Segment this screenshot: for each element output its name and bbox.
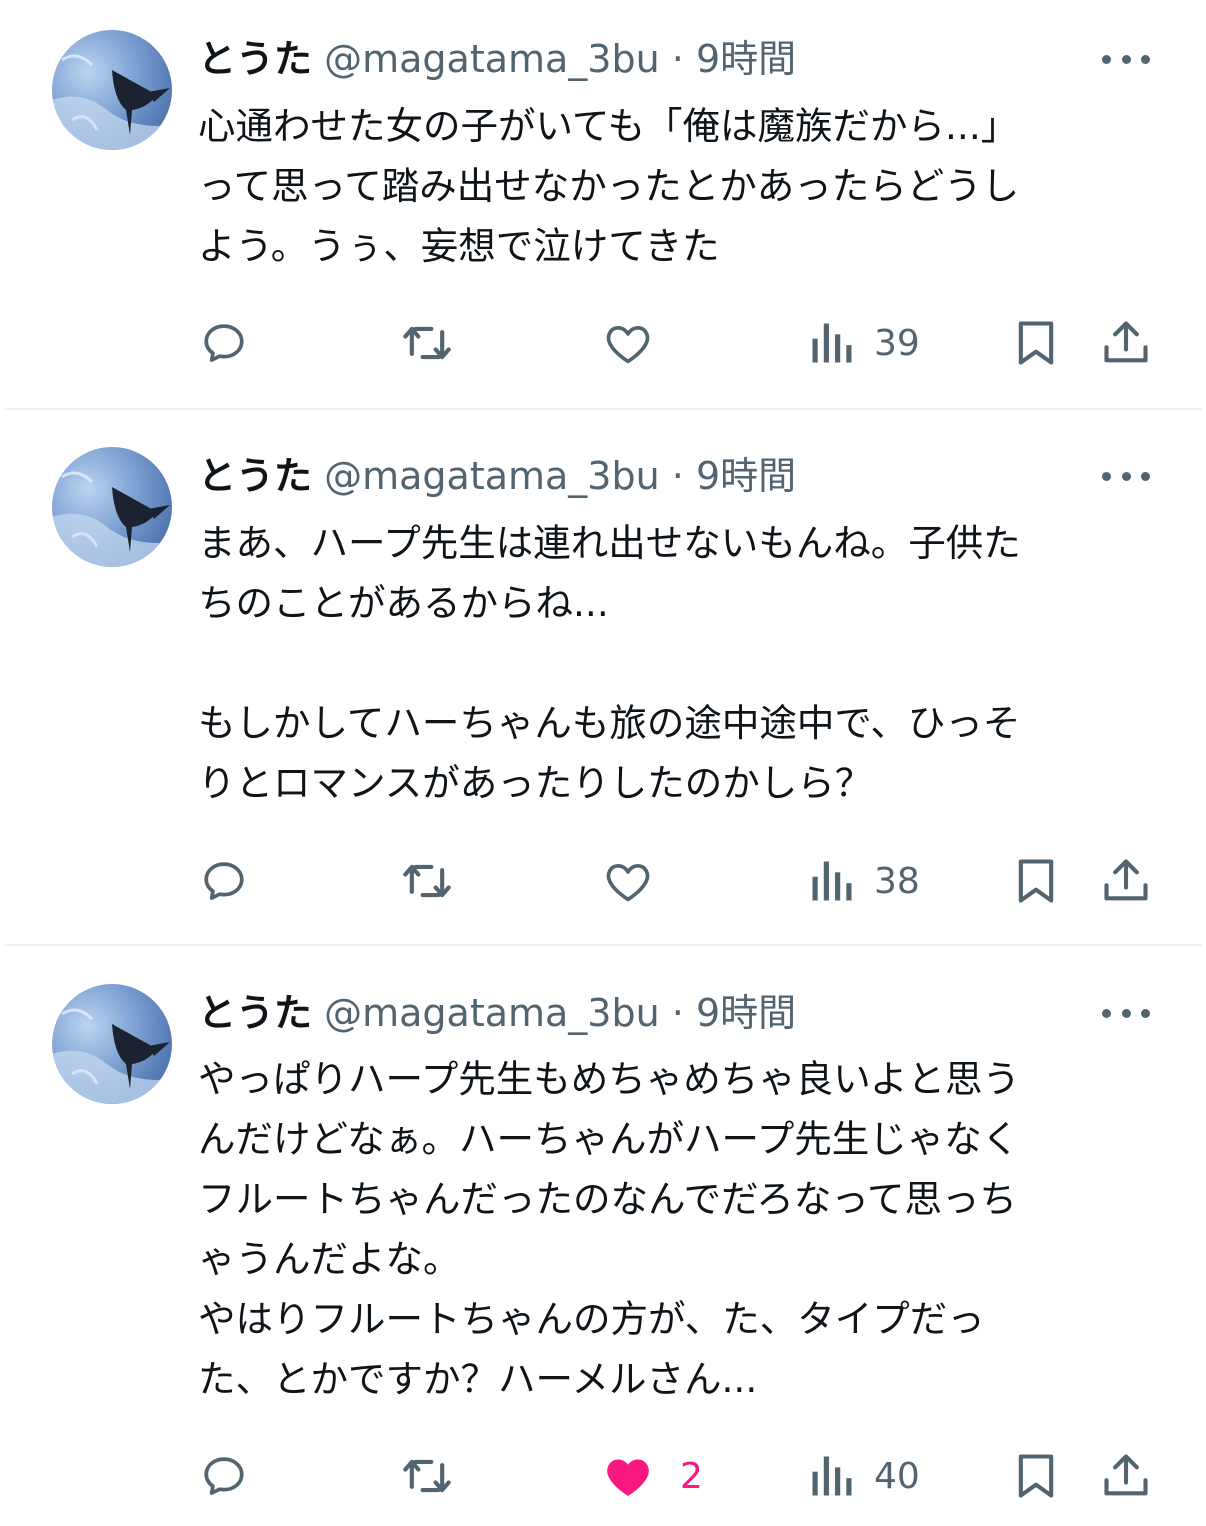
bookmark-button[interactable] [1012,1446,1060,1506]
tweet[interactable]: とうた @magatama_3bu · 9時間 やっぱりハープ先生もめちゃめちゃ… [0,946,1206,1526]
timestamp[interactable]: 9時間 [696,454,796,498]
separator-dot: · [671,454,684,498]
bookmark-icon [1018,321,1054,365]
timestamp[interactable]: 9時間 [696,991,796,1035]
tweet-header: とうた @magatama_3bu · 9時間 [198,988,796,1038]
views-button[interactable]: 38 [810,851,920,911]
views-button[interactable]: 40 [810,1446,920,1506]
avatar[interactable] [52,30,172,150]
avatar[interactable] [52,447,172,567]
views-button[interactable]: 39 [810,313,920,373]
reply-icon [204,324,244,362]
retweet-button[interactable] [398,313,456,373]
views-count: 38 [874,860,920,902]
reply-button[interactable] [198,851,250,911]
views-count: 39 [874,322,920,364]
tweet-header: とうた @magatama_3bu · 9時間 [198,451,796,501]
share-icon [1104,859,1148,901]
reply-icon [204,1457,244,1495]
reply-icon [204,862,244,900]
more-icon[interactable] [1102,1003,1150,1023]
user-handle[interactable]: @magatama_3bu [324,991,660,1035]
tweet-text-line: って思って踏み出せなかったとかあったらどうし [198,164,1020,208]
penguin-avatar-image [52,471,172,567]
share-button[interactable] [1102,1446,1150,1506]
tweet[interactable]: とうた @magatama_3bu · 9時間 まあ、ハープ先生は連れ出せないも… [0,410,1206,944]
display-name[interactable]: とうた [198,37,312,81]
tweet-text-line: んだけどなぁ。ハーちゃんがハープ先生じゃなく [198,1117,1020,1161]
views-count: 40 [874,1455,920,1497]
tweet-text: まあ、ハープ先生は連れ出せないもんね。子供た ちのことがあるからね... もしか… [198,513,1138,813]
bookmark-button[interactable] [1012,851,1060,911]
tweet-text: やっぱりハープ先生もめちゃめちゃ良いよと思う んだけどなぁ。ハーちゃんがハープ先… [198,1049,1138,1409]
penguin-avatar-image [52,54,172,150]
avatar[interactable] [52,984,172,1104]
retweet-button[interactable] [398,851,456,911]
share-icon [1104,1454,1148,1496]
action-bar: 2 40 [0,1446,1206,1506]
heart-icon [606,325,650,364]
views-icon [812,323,852,363]
like-button[interactable] [602,851,654,911]
display-name[interactable]: とうた [198,991,312,1035]
tweet-text-line: やはりフルートちゃんの方が、た、タイプだっ [198,1297,985,1341]
share-icon [1104,321,1148,363]
tweet-text-line: まあ、ハープ先生は連れ出せないもんね。子供た [198,521,1021,565]
tweet[interactable]: とうた @magatama_3bu · 9時間 心通わせた女の子がいても「俺は魔… [0,0,1206,408]
retweet-icon [403,1459,451,1493]
tweet-text-line: ゃうんだよな。 [198,1237,461,1281]
more-icon[interactable] [1102,466,1150,486]
separator-dot: · [671,37,684,81]
retweet-icon [403,326,451,360]
heart-icon [606,863,650,902]
views-icon [812,861,852,901]
user-handle[interactable]: @magatama_3bu [324,37,660,81]
like-button[interactable] [602,313,654,373]
user-handle[interactable]: @magatama_3bu [324,454,660,498]
tweet-text-line: 心通わせた女の子がいても「俺は魔族だから...」 [198,104,1019,148]
tweet-text-line: よう。うぅ、妄想で泣けてきた [198,224,720,268]
tweet-text-line: フルートちゃんだったのなんでだろなって思っち [198,1177,1017,1221]
action-bar: 38 [0,851,1206,911]
tweet-text-line: た、とかですか？ハーメルさん... [198,1357,758,1401]
retweet-icon [403,864,451,898]
penguin-avatar-image [52,1008,172,1104]
share-button[interactable] [1102,313,1150,373]
share-button[interactable] [1102,851,1150,911]
views-icon [812,1456,852,1496]
display-name[interactable]: とうた [198,454,312,498]
bookmark-button[interactable] [1012,313,1060,373]
tweet-text-line: もしかしてハーちゃんも旅の途中途中で、ひっそ [198,701,1021,745]
tweet-header: とうた @magatama_3bu · 9時間 [198,34,796,84]
tweet-text-line: ちのことがあるからね... [198,581,609,625]
timestamp[interactable]: 9時間 [696,37,796,81]
separator-dot: · [671,991,684,1035]
bookmark-icon [1018,859,1054,903]
bookmark-icon [1018,1454,1054,1498]
tweet-text-line: りとロマンスがあったりしたのかしら？ [198,761,873,805]
tweet-text-blank-line [198,633,1138,693]
heart-filled-icon [607,1459,649,1496]
tweet-text-line: やっぱりハープ先生もめちゃめちゃ良いよと思う [198,1057,1020,1101]
tweet-text: 心通わせた女の子がいても「俺は魔族だから...」 って思って踏み出せなかったとか… [198,96,1138,276]
like-count: 2 [680,1455,703,1497]
like-button[interactable]: 2 [602,1446,703,1506]
retweet-button[interactable] [398,1446,456,1506]
reply-button[interactable] [198,1446,250,1506]
more-icon[interactable] [1102,49,1150,69]
action-bar: 39 [0,313,1206,373]
reply-button[interactable] [198,313,250,373]
